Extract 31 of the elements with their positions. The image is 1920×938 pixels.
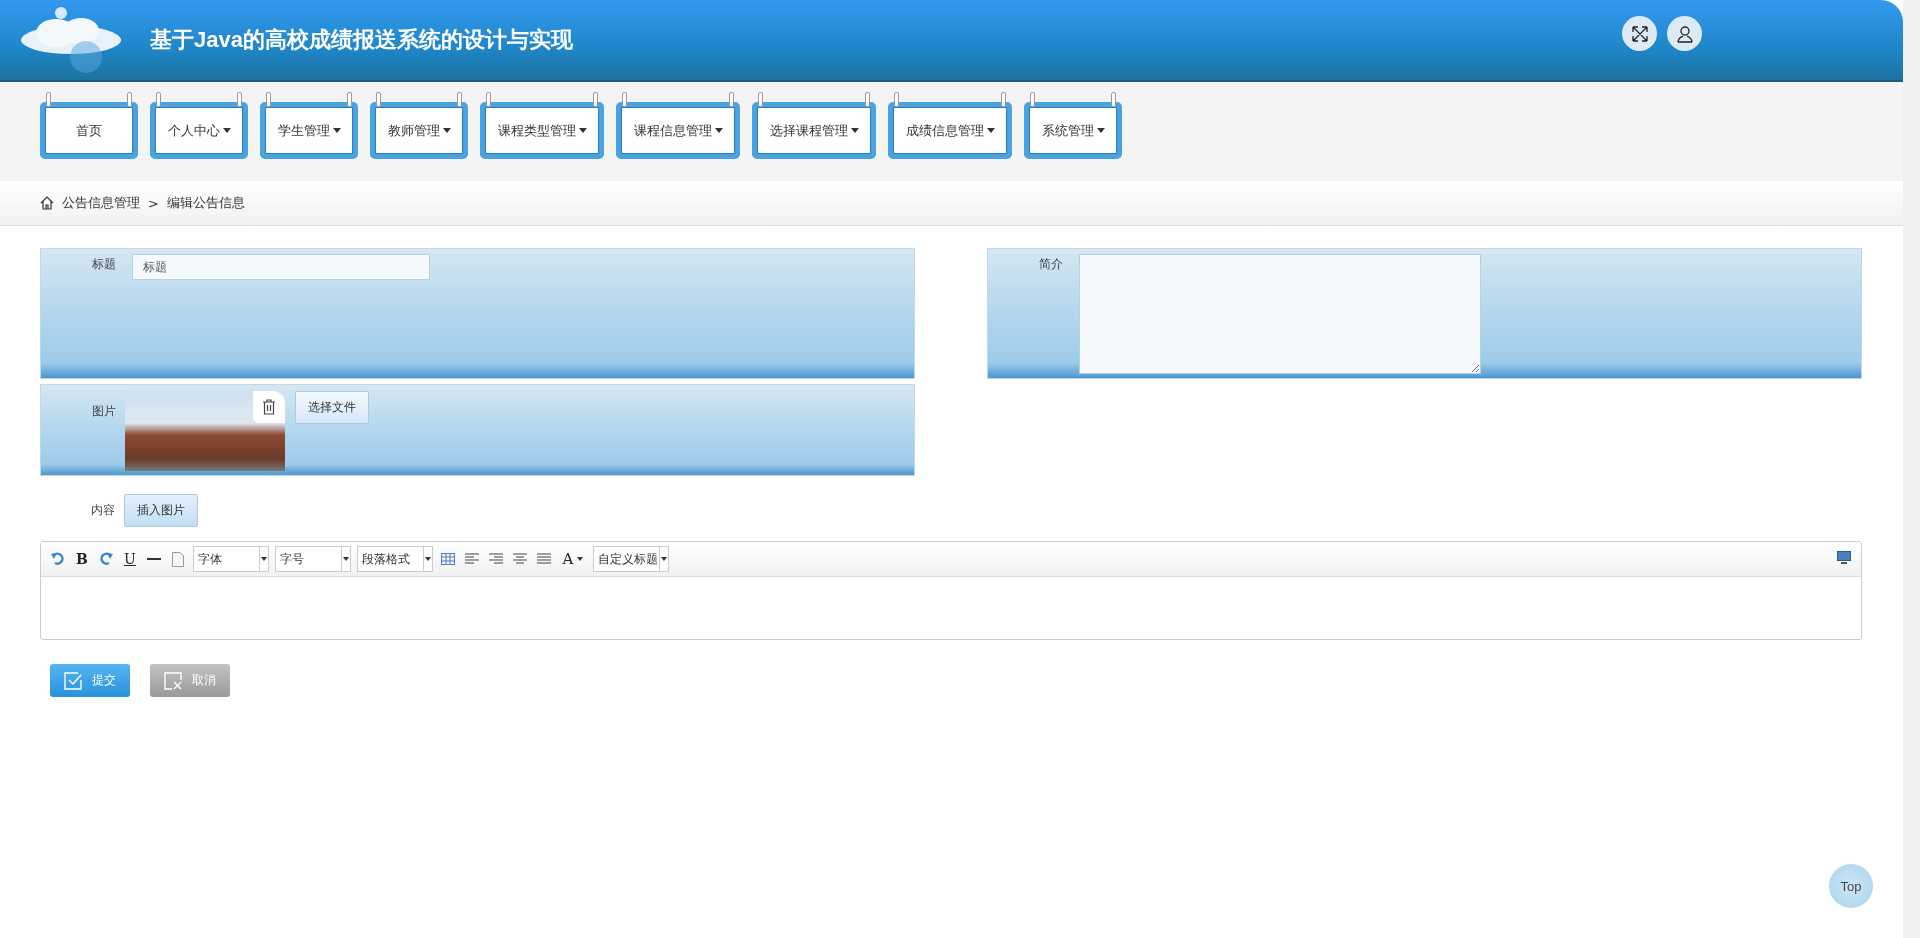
format-dropdown[interactable]: 字号 (275, 546, 351, 572)
font-color-button[interactable]: A (559, 550, 587, 568)
choose-file-button[interactable]: 选择文件 (295, 391, 369, 424)
undo-icon[interactable] (49, 550, 67, 568)
box-x-icon (164, 671, 182, 690)
rich-text-editor[interactable]: B U 字体 字号 段落格式 A 自定义标题 (40, 541, 1862, 640)
redo-icon[interactable] (97, 550, 115, 568)
trash-icon[interactable] (253, 391, 285, 423)
home-icon[interactable] (40, 196, 54, 210)
page-icon[interactable] (169, 550, 187, 568)
underline-button[interactable]: U (121, 550, 139, 568)
format-dropdown[interactable]: 字体 (193, 546, 269, 572)
back-to-top-button[interactable]: Top (1829, 864, 1873, 908)
checkbox-icon (64, 671, 82, 690)
insert-image-button[interactable]: 插入图片 (124, 494, 198, 527)
bold-button[interactable]: B (73, 550, 91, 568)
format-dropdown[interactable]: 段落格式 (357, 546, 433, 572)
field-label: 标题 (91, 256, 116, 273)
app-title: 基于Java的高校成绩报送系统的设计与实现 (150, 26, 573, 54)
breadcrumb-separator: > (148, 195, 159, 211)
scrollbar[interactable] (1903, 0, 1920, 938)
breadcrumb-current: 编辑公告信息 (166, 194, 245, 212)
title-input-field[interactable]: 标题 (132, 254, 430, 280)
format-dropdown[interactable]: 自定义标题 (593, 546, 669, 572)
fullscreen-icon[interactable] (1622, 16, 1657, 51)
table-icon[interactable] (439, 550, 457, 568)
field-label: 图片 (91, 403, 116, 420)
field-label: 简介 (1038, 256, 1063, 273)
user-icon[interactable] (1667, 16, 1702, 51)
breadcrumb-link[interactable]: 公告信息管理 (62, 194, 140, 212)
field-label: 内容 (90, 502, 115, 519)
